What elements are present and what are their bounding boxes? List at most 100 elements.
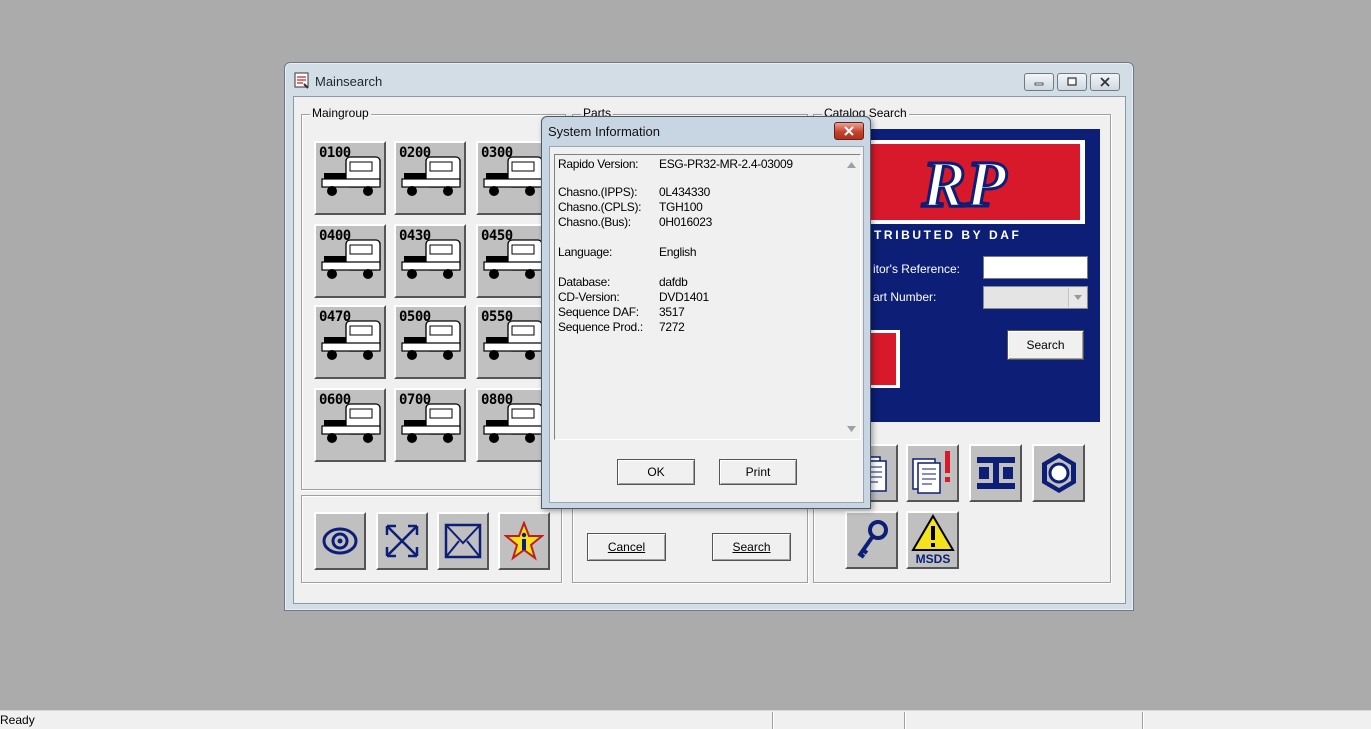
tile-code: 0100 [319,145,351,161]
info-value: 0L434330 [659,185,710,199]
app-icon [294,72,310,89]
info-value: ESG-PR32-MR-2.4-03009 [659,157,793,171]
maingroup-tile-0600[interactable]: 0600 [314,388,386,462]
tile-code: 0550 [481,309,513,325]
info-button[interactable] [498,512,550,570]
logo-rp-text: RP [921,148,1007,221]
beam-button[interactable] [969,444,1022,502]
msds-warning-icon: MSDS [910,514,955,566]
view-button[interactable] [314,512,366,570]
print-button[interactable]: Print [719,459,797,485]
system-information-dialog: System Information Rapido Version: ESG-PR… [541,116,871,509]
maximize-button[interactable] [1057,73,1087,91]
key-icon [856,520,888,559]
status-separator [1142,712,1144,729]
maingroup-tile-0200[interactable]: 0200 [394,141,466,215]
catalog-search-button[interactable]: Search [1007,330,1084,360]
tile-code: 0450 [481,228,513,244]
competitor-ref-input[interactable] [983,256,1088,279]
dialog-client: Rapido Version: ESG-PR32-MR-2.4-03009 Chas… [549,146,864,503]
maingroup-tile-0550[interactable]: 0550 [476,305,548,379]
scroll-up-icon[interactable] [847,162,856,168]
maingroup-tile-0450[interactable]: 0450 [476,224,548,298]
info-value: DVD1401 [659,290,709,304]
status-bar: Ready [0,710,1371,729]
maingroup-tile-0430[interactable]: 0430 [394,224,466,298]
maingroup-tile-0500[interactable]: 0500 [394,305,466,379]
rp-mini-logo-red [870,333,896,385]
envelope-icon [444,523,482,559]
info-key: Rapido Version: [558,157,639,171]
info-key: Language: [558,245,613,259]
tile-code: 0300 [481,145,513,161]
maingroup-tile-0100[interactable]: 0100 [314,141,386,215]
tile-code: 0800 [481,392,513,408]
close-icon [844,126,854,136]
beam-icon [976,457,1015,489]
rapido-logo: RP [870,140,1085,224]
parts-search-button[interactable]: Search [712,533,791,561]
info-value: 3517 [659,305,685,319]
info-key: Sequence DAF: [558,305,639,319]
info-key: Chasno.(IPPS): [558,185,638,199]
eye-icon [322,527,358,555]
info-value: dafdb [659,275,688,289]
window-title: Mainsearch [315,74,383,89]
info-value: 0H016023 [659,215,712,229]
fullscreen-button[interactable] [376,512,428,570]
distributed-by-text: TRIBUTED BY DAF [874,228,1022,242]
msds-label: MSDS [915,552,950,566]
nut-icon [1041,453,1076,493]
scroll-down-icon[interactable] [847,426,856,432]
maingroup-legend: Maingroup [310,106,371,120]
status-text: Ready [0,713,35,727]
mail-button[interactable] [437,512,489,570]
info-scrollbar[interactable] [844,156,859,438]
dialog-close-button[interactable] [834,122,864,140]
maingroup-tile-0300[interactable]: 0300 [476,141,548,215]
tile-code: 0200 [399,145,431,161]
dialog-title: System Information [548,124,660,139]
documents-alert-icon [911,451,950,494]
maingroup-tile-0800[interactable]: 0800 [476,388,548,462]
part-number-label: art Number: [873,290,937,304]
info-key: Database: [558,275,611,289]
tile-code: 0600 [319,392,351,408]
key-button[interactable] [845,511,898,569]
status-separator [772,712,774,729]
maingroup-tile-0470[interactable]: 0470 [314,305,386,379]
info-value: 7272 [659,320,685,334]
minimize-button[interactable] [1024,73,1054,91]
tile-code: 0400 [319,228,351,244]
status-separator [904,712,906,729]
tile-code: 0500 [399,309,431,325]
part-number-select[interactable] [983,286,1088,309]
catalog-panel: RP TRIBUTED BY DAF itor's Reference: art… [870,129,1100,422]
maingroup-tile-0700[interactable]: 0700 [394,388,466,462]
dropdown-arrow-icon[interactable] [1068,288,1086,307]
nut-button[interactable] [1032,444,1085,502]
info-value: English [659,245,697,259]
restore-icon [1067,77,1077,86]
parts-cancel-label: Cancel [607,540,646,554]
info-key: Chasno.(Bus): [558,215,631,229]
close-button[interactable] [1090,73,1120,91]
maingroup-tile-0400[interactable]: 0400 [314,224,386,298]
info-key: CD-Version: [558,290,620,304]
msds-button[interactable]: MSDS [906,511,959,569]
parts-search-label: Search [732,540,771,554]
expand-arrows-icon [385,524,419,558]
ok-button[interactable]: OK [617,459,695,485]
tile-code: 0470 [319,309,351,325]
parts-cancel-button[interactable]: Cancel [587,533,666,561]
competitor-ref-label: itor's Reference: [873,262,960,276]
system-info-textbox[interactable]: Rapido Version: ESG-PR32-MR-2.4-03009 Chas… [554,154,861,440]
minimize-icon [1034,82,1044,86]
tile-code: 0430 [399,228,431,244]
info-key: Chasno.(CPLS): [558,200,642,214]
info-key: Sequence Prod.: [558,320,643,334]
close-icon [1100,77,1110,87]
bulletins-button[interactable] [906,444,959,502]
tile-code: 0700 [399,392,431,408]
info-value: TGH100 [659,200,703,214]
